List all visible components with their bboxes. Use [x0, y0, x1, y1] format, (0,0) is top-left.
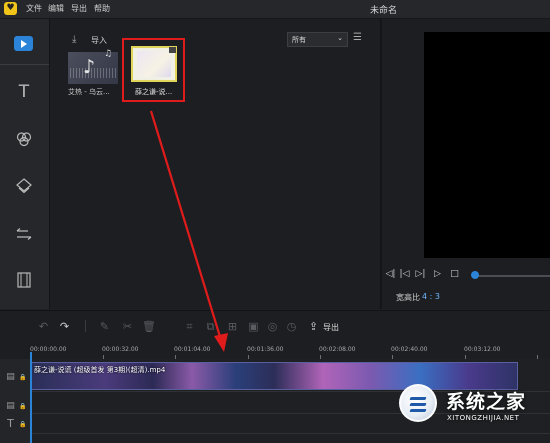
- duration-icon[interactable]: ◷: [285, 320, 298, 333]
- ruler-label: 00:01:04.00: [174, 346, 211, 353]
- zoom-icon[interactable]: ◎: [266, 320, 279, 333]
- mosaic-icon[interactable]: ⊞: [226, 320, 239, 333]
- aspect-ratio-value[interactable]: 4 : 3: [422, 292, 440, 301]
- film-icon[interactable]: [14, 270, 34, 290]
- overlay-track-icon: ▤: [6, 401, 15, 411]
- filter-circles-icon[interactable]: [14, 129, 34, 149]
- text-icon[interactable]: T: [14, 82, 34, 102]
- music-note-icon: ♪: [83, 56, 96, 78]
- toolbar-separator: [85, 320, 86, 332]
- lock-icon[interactable]: 🔒: [19, 402, 26, 411]
- menu-export[interactable]: 导出: [71, 3, 87, 14]
- menu-file[interactable]: 文件: [26, 3, 42, 14]
- sidebar: [0, 19, 49, 309]
- redo-icon[interactable]: ↷: [58, 320, 71, 333]
- ruler-label: 00:01:36.00: [247, 346, 284, 353]
- ruler-label: 00:00:00.00: [30, 346, 67, 353]
- menu-edit[interactable]: 编辑: [48, 3, 64, 14]
- filter-value: 所有: [292, 36, 306, 44]
- layers-icon[interactable]: [14, 176, 34, 196]
- ruler-label: 00:02:40.00: [391, 346, 428, 353]
- menu-help[interactable]: 帮助: [94, 3, 110, 14]
- transition-arrows-icon[interactable]: [14, 224, 34, 244]
- text-track-icon: T: [7, 417, 14, 430]
- aspect-ratio-label: 宽高比: [396, 293, 420, 302]
- ruler-label: 00:02:08.00: [319, 346, 356, 353]
- split-icon[interactable]: ⧉: [204, 320, 217, 333]
- delete-icon[interactable]: 🗑: [142, 320, 156, 333]
- step-forward-icon[interactable]: ▷|: [415, 269, 426, 280]
- ruler-tick: [320, 355, 321, 359]
- step-back-icon[interactable]: |◁: [399, 269, 410, 280]
- ruler-tick: [103, 355, 104, 359]
- export-icon[interactable]: ⇪: [307, 320, 320, 333]
- sidebar-divider: [0, 64, 49, 65]
- seek-handle[interactable]: [471, 271, 479, 279]
- seek-bar[interactable]: [475, 275, 550, 277]
- ruler-tick: [465, 355, 466, 359]
- cut-icon[interactable]: ✂: [121, 320, 134, 333]
- watermark-name: 系统之家: [446, 391, 527, 413]
- ruler-tick: [248, 355, 249, 359]
- lock-icon[interactable]: 🔒: [19, 373, 26, 382]
- import-icon[interactable]: ⤓: [72, 34, 76, 45]
- preview-screen: [424, 32, 550, 258]
- prev-frame-icon[interactable]: ◁|: [385, 269, 396, 280]
- stop-icon[interactable]: □: [449, 269, 460, 280]
- watermark-logo-icon: [399, 384, 437, 422]
- window-title: 未命名: [370, 6, 398, 16]
- freeze-frame-icon[interactable]: ▣: [247, 320, 260, 333]
- crop-icon[interactable]: ⌗: [183, 320, 196, 333]
- undo-icon[interactable]: ↶: [37, 320, 50, 333]
- media-label-audio: 艾热 - 乌云...: [68, 88, 110, 96]
- play-icon[interactable]: [14, 36, 33, 51]
- playhead[interactable]: [30, 352, 32, 443]
- import-button[interactable]: 导入: [91, 35, 107, 46]
- play-button-icon[interactable]: ▷: [432, 269, 443, 280]
- app-logo-icon: ♥: [4, 2, 17, 15]
- ruler-tick: [175, 355, 176, 359]
- track-divider: [31, 433, 550, 434]
- ruler-tick: [392, 355, 393, 359]
- watermark-domain: XITONGZHIJIA.NET: [447, 414, 520, 422]
- lock-icon[interactable]: 🔒: [19, 420, 26, 429]
- ruler-label: 00:03:12.00: [464, 346, 501, 353]
- highlight-box: [122, 38, 185, 102]
- video-track-icon: ▤: [6, 372, 15, 382]
- clip-label: 薛之谦-说谎 (超级首发 第3期)(超清).mp4: [34, 366, 166, 374]
- export-button[interactable]: 导出: [323, 322, 339, 333]
- media-filter-select[interactable]: 所有 ⌄: [287, 32, 348, 47]
- ruler-tick: [537, 355, 538, 359]
- edit-icon[interactable]: ✎: [98, 320, 111, 333]
- chevron-down-icon: ⌄: [337, 34, 343, 42]
- list-view-icon[interactable]: ☰: [353, 32, 365, 44]
- music-badge-icon: ♫: [104, 49, 113, 59]
- ruler-label: 00:00:32.00: [102, 346, 139, 353]
